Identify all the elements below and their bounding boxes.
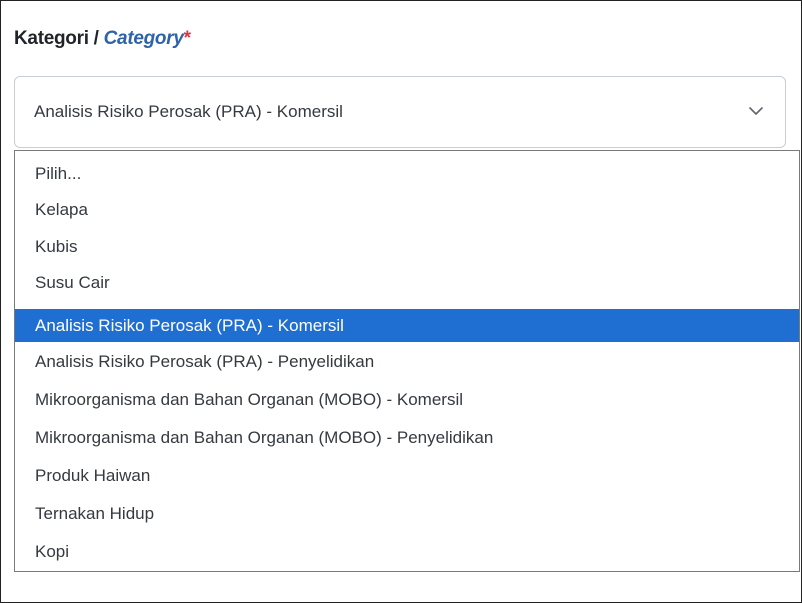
label-ms: Kategori xyxy=(14,28,89,49)
option-kubis[interactable]: Kubis xyxy=(15,230,799,263)
option-mobo-komersil[interactable]: Mikroorganisma dan Bahan Organan (MOBO) … xyxy=(15,383,799,416)
option-pra-komersil[interactable]: Analisis Risiko Perosak (PRA) - Komersil xyxy=(15,309,799,342)
option-kopi[interactable]: Kopi xyxy=(15,535,799,568)
option-pilih[interactable]: Pilih... xyxy=(15,157,799,190)
option-pra-penyelidikan[interactable]: Analisis Risiko Perosak (PRA) - Penyelid… xyxy=(15,345,799,378)
required-marker: * xyxy=(183,28,191,49)
option-kelapa[interactable]: Kelapa xyxy=(15,193,799,226)
option-produk-haiwan[interactable]: Produk Haiwan xyxy=(15,459,799,492)
field-label: Kategori / Category* xyxy=(14,28,191,50)
form-frame: Kategori / Category* Analisis Risiko Per… xyxy=(0,0,802,603)
dropdown-list: Pilih... Kelapa Kubis Susu Cair Analisis… xyxy=(14,150,800,572)
category-select[interactable]: Analisis Risiko Perosak (PRA) - Komersil xyxy=(14,76,786,148)
select-value: Analisis Risiko Perosak (PRA) - Komersil xyxy=(34,102,343,121)
option-ternakan-hidup[interactable]: Ternakan Hidup xyxy=(15,497,799,530)
option-mobo-penyelidikan[interactable]: Mikroorganisma dan Bahan Organan (MOBO) … xyxy=(15,421,799,454)
label-en: Category xyxy=(103,28,184,49)
chevron-down-icon xyxy=(749,107,763,115)
label-separator: / xyxy=(93,28,99,49)
option-susu-cair[interactable]: Susu Cair xyxy=(15,266,799,299)
